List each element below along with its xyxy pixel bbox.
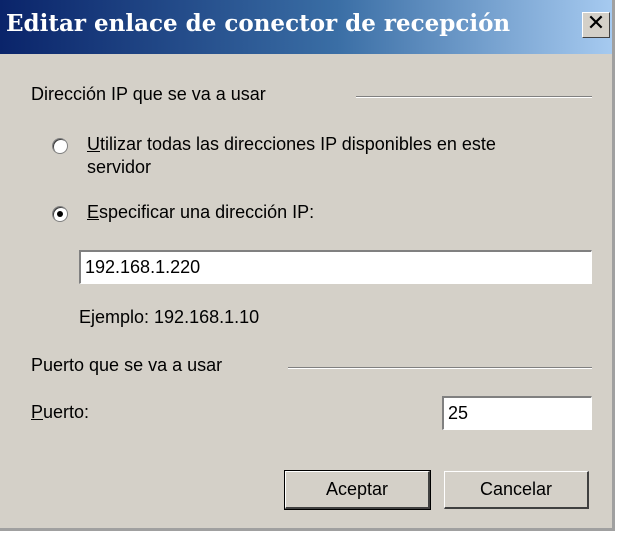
title-bar[interactable]: Editar enlace de conector de recepción ✕ bbox=[0, 0, 612, 54]
window-title: Editar enlace de conector de recepción bbox=[6, 10, 511, 37]
radio-all-ips-label-line2[interactable]: servidor bbox=[87, 157, 151, 178]
ip-section-divider bbox=[356, 96, 592, 98]
ok-button[interactable]: Aceptar bbox=[284, 470, 431, 510]
accel-key: U bbox=[87, 134, 100, 154]
radio-all-ips-label[interactable]: Utilizar todas las direcciones IP dispon… bbox=[87, 134, 496, 155]
cancel-button[interactable]: Cancelar bbox=[444, 471, 589, 509]
ip-section-header: Dirección IP que se va a usar bbox=[31, 84, 266, 104]
port-section-header: Puerto que se va a usar bbox=[31, 355, 223, 375]
label-text: uerto: bbox=[43, 402, 90, 422]
accel-key: E bbox=[87, 202, 100, 222]
close-button[interactable]: ✕ bbox=[582, 12, 610, 38]
ip-address-input[interactable]: 192.168.1.220 bbox=[79, 250, 592, 284]
accel-key: P bbox=[31, 402, 44, 422]
label-text: tilizar todas las direcciones IP disponi… bbox=[100, 134, 496, 154]
radio-selected-dot bbox=[57, 211, 63, 217]
radio-specific-ip-label[interactable]: Especificar una dirección IP: bbox=[87, 202, 314, 223]
dialog-window: Editar enlace de conector de recepción ✕… bbox=[0, 0, 615, 531]
port-section-divider bbox=[288, 367, 592, 369]
close-icon: ✕ bbox=[586, 11, 606, 36]
ip-example-text: Ejemplo: 192.168.1.10 bbox=[79, 307, 260, 327]
port-label: Puerto: bbox=[31, 402, 89, 423]
port-input[interactable]: 25 bbox=[442, 396, 592, 430]
label-text: specificar una dirección IP: bbox=[99, 202, 315, 222]
radio-all-ips[interactable] bbox=[52, 138, 68, 154]
radio-specific-ip[interactable] bbox=[52, 206, 68, 222]
